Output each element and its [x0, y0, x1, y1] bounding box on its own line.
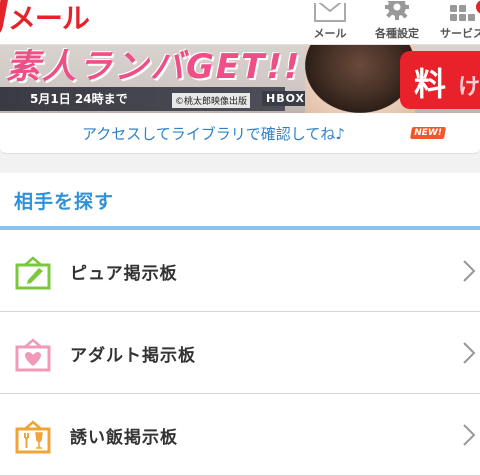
notification-badge [476, 0, 480, 14]
nav-mail-button[interactable]: メール [306, 0, 354, 44]
meal-board-icon [15, 420, 51, 454]
logo-text: メール [7, 2, 90, 35]
nav-settings-label: 各種設定 [375, 27, 419, 40]
library-notice[interactable]: アクセスしてライブラリで確認してね♪ NEW! [0, 113, 480, 154]
logo-j: J [0, 0, 9, 36]
banner-photo [305, 45, 415, 113]
list-item-pure-board[interactable]: ピュア掲示板 [0, 230, 480, 312]
banner-badge-text: 料 [414, 65, 447, 103]
section-title: 相手を探す [14, 191, 115, 213]
banner-date: 5月1日 24時まで [30, 92, 128, 106]
app-logo[interactable]: J メール [0, 0, 90, 36]
chevron-right-icon [463, 342, 476, 364]
promo-banner[interactable]: 素人ランバGET!! 5月1日 24時まで ©桃太郎映像出版 HBOX.JP 料… [0, 45, 480, 113]
list-item-label: アダルト掲示板 [70, 346, 196, 366]
banner-badge-small: け [458, 75, 480, 100]
list-item-adult-board[interactable]: アダルト掲示板 [0, 312, 480, 394]
list-item-meal-board[interactable]: 誘い飯掲示板 [0, 394, 480, 476]
banner-badge: 料 け [400, 51, 480, 109]
grid-icon [450, 5, 475, 21]
new-badge: NEW! [409, 127, 446, 139]
adult-board-icon [15, 338, 51, 372]
banner-headline: 素人ランバGET!! [6, 47, 302, 87]
nav-mail-label: メール [313, 27, 347, 40]
gear-icon [385, 1, 409, 20]
pure-board-icon [15, 256, 51, 290]
nav-service-button[interactable]: サービス [432, 0, 480, 44]
nav-settings-button[interactable]: 各種設定 [366, 0, 428, 44]
envelope-icon [314, 3, 346, 22]
app-header: J メール メール 各種設定 [0, 0, 480, 45]
find-partner-section: 相手を探す ピュア掲示板 アダルト掲示板 誘い飯掲示板 [0, 173, 480, 476]
chevron-right-icon [463, 424, 476, 446]
list-item-label: 誘い飯掲示板 [70, 428, 178, 448]
nav-service-label: サービス [440, 27, 480, 40]
library-notice-text: アクセスしてライブラリで確認してね♪ [82, 125, 345, 143]
chevron-right-icon [463, 260, 476, 282]
list-item-label: ピュア掲示板 [70, 264, 178, 284]
banner-copyright: ©桃太郎映像出版 [172, 93, 251, 108]
